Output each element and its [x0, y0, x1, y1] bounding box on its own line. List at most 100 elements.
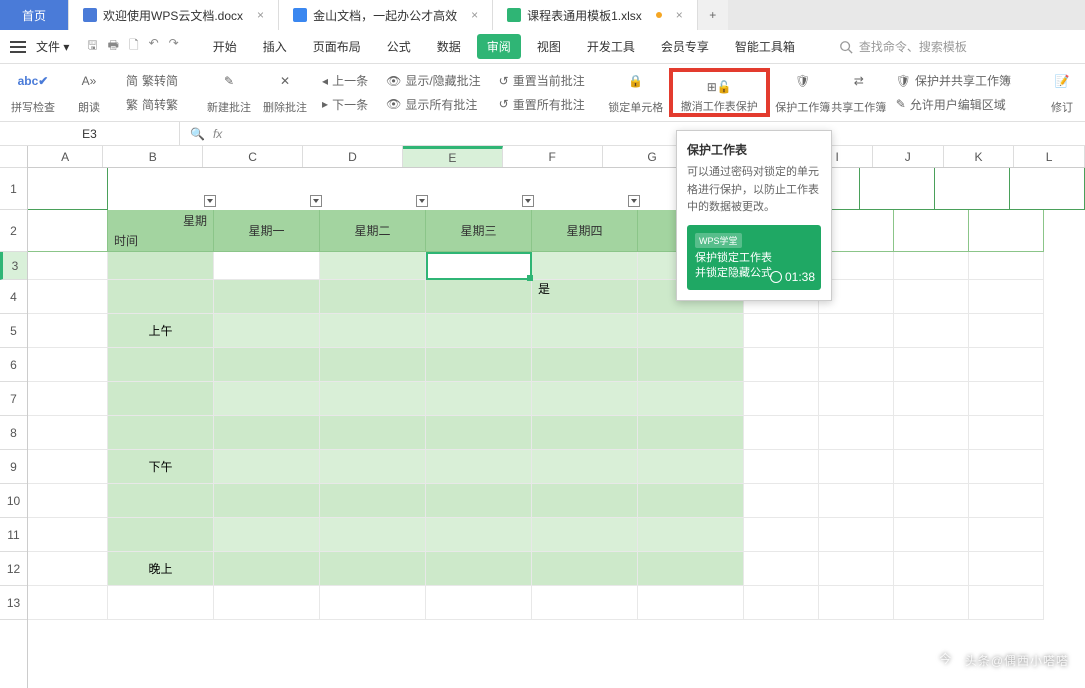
cell[interactable] — [108, 252, 214, 280]
cell[interactable] — [969, 382, 1044, 416]
share-workbook-button[interactable]: ⇄共享工作簿 — [836, 68, 882, 117]
cell[interactable] — [532, 314, 638, 348]
row-header[interactable]: 8 — [0, 416, 27, 450]
cell[interactable] — [744, 382, 819, 416]
allow-edit-button[interactable]: ✎允许用户编辑区域 — [896, 96, 1011, 113]
cell[interactable] — [894, 280, 969, 314]
cell[interactable] — [28, 252, 108, 280]
cell[interactable] — [744, 484, 819, 518]
cell[interactable] — [894, 382, 969, 416]
col-header[interactable]: L — [1014, 146, 1085, 167]
preview-icon[interactable]: 🗋 — [129, 36, 139, 57]
time-label[interactable]: 晚上 — [108, 552, 214, 586]
col-header[interactable]: C — [203, 146, 303, 167]
spellcheck-button[interactable]: abc✔拼写检查 — [10, 68, 56, 117]
cell[interactable] — [214, 586, 320, 620]
cell[interactable] — [320, 518, 426, 552]
cell[interactable] — [28, 382, 108, 416]
cell[interactable] — [819, 382, 894, 416]
cell[interactable] — [969, 314, 1044, 348]
cell[interactable] — [214, 518, 320, 552]
cell[interactable] — [532, 416, 638, 450]
file-menu[interactable]: 文件 ▾ — [36, 38, 69, 55]
tab-review[interactable]: 审阅 — [477, 34, 521, 59]
cell[interactable] — [532, 450, 638, 484]
delete-comment-button[interactable]: ✕删除批注 — [262, 68, 308, 117]
filter-dropdown[interactable] — [416, 195, 428, 207]
cell[interactable] — [214, 252, 320, 280]
search-box[interactable]: 查找命令、搜索模板 — [839, 38, 967, 55]
cell[interactable] — [638, 586, 744, 620]
cell[interactable] — [320, 416, 426, 450]
undo-icon[interactable]: ↶ — [149, 36, 159, 57]
cell[interactable] — [969, 552, 1044, 586]
cell[interactable] — [935, 168, 1010, 210]
simp-to-trad-button[interactable]: 繁简转繁 — [126, 96, 178, 113]
cell[interactable] — [819, 314, 894, 348]
cell[interactable] — [320, 348, 426, 382]
tooltip-video[interactable]: WPS学堂 保护锁定工作表 并锁定隐藏公式 01:38 — [687, 225, 821, 290]
hamburger-icon[interactable] — [10, 41, 26, 53]
tab-layout[interactable]: 页面布局 — [303, 34, 371, 59]
cell[interactable] — [819, 586, 894, 620]
cell[interactable] — [532, 252, 638, 280]
cell[interactable] — [214, 450, 320, 484]
cell[interactable] — [28, 348, 108, 382]
cell[interactable] — [744, 552, 819, 586]
tab-doc3[interactable]: 课程表通用模板1.xlsx× — [493, 0, 698, 30]
trad-to-simp-button[interactable]: 简繁转简 — [126, 72, 178, 89]
corner-cell[interactable] — [0, 146, 27, 168]
cell[interactable] — [28, 280, 108, 314]
read-button[interactable]: A»朗读 — [66, 68, 112, 117]
weekday-header[interactable]: 星期二 — [320, 210, 426, 252]
col-header[interactable]: E — [403, 146, 503, 167]
cell[interactable] — [28, 518, 108, 552]
protect-share-button[interactable]: 🛡保护并共享工作簿 — [896, 72, 1011, 89]
cell[interactable] — [638, 314, 744, 348]
cell[interactable] — [744, 348, 819, 382]
cell[interactable] — [969, 416, 1044, 450]
cell[interactable] — [969, 450, 1044, 484]
cell[interactable] — [108, 348, 214, 382]
cell[interactable] — [214, 416, 320, 450]
cell[interactable] — [819, 518, 894, 552]
cell[interactable] — [638, 450, 744, 484]
cell[interactable] — [638, 348, 744, 382]
tab-dev[interactable]: 开发工具 — [577, 34, 645, 59]
cell[interactable] — [426, 552, 532, 586]
cell[interactable] — [108, 484, 214, 518]
lock-cell-button[interactable]: 🔒锁定单元格 — [613, 68, 659, 117]
cell[interactable] — [744, 314, 819, 348]
cell[interactable] — [894, 416, 969, 450]
cell[interactable] — [638, 382, 744, 416]
row-header[interactable]: 11 — [0, 518, 27, 552]
weekday-header[interactable]: 星期四 — [532, 210, 638, 252]
cell[interactable] — [744, 416, 819, 450]
cell[interactable] — [819, 348, 894, 382]
tab-home[interactable]: 首页 — [0, 0, 69, 30]
cell[interactable] — [894, 210, 969, 252]
selected-cell[interactable] — [426, 252, 532, 280]
filter-dropdown[interactable] — [628, 195, 640, 207]
cell[interactable] — [426, 586, 532, 620]
row-header[interactable]: 6 — [0, 348, 27, 382]
cell[interactable] — [969, 518, 1044, 552]
cell[interactable] — [320, 450, 426, 484]
cell[interactable] — [532, 552, 638, 586]
close-icon[interactable]: × — [676, 8, 683, 22]
col-header[interactable]: F — [503, 146, 603, 167]
filter-dropdown[interactable] — [522, 195, 534, 207]
tab-insert[interactable]: 插入 — [253, 34, 297, 59]
tab-start[interactable]: 开始 — [203, 34, 247, 59]
cell[interactable] — [819, 416, 894, 450]
cell[interactable] — [969, 210, 1044, 252]
cell[interactable] — [320, 382, 426, 416]
cell[interactable] — [426, 280, 532, 314]
cell[interactable] — [819, 450, 894, 484]
row-header[interactable]: 1 — [0, 168, 27, 210]
row-header[interactable]: 4 — [0, 280, 27, 314]
diagonal-header[interactable]: 星期时间 — [108, 210, 214, 252]
cell[interactable] — [969, 586, 1044, 620]
cell[interactable] — [969, 252, 1044, 280]
cell[interactable] — [426, 484, 532, 518]
